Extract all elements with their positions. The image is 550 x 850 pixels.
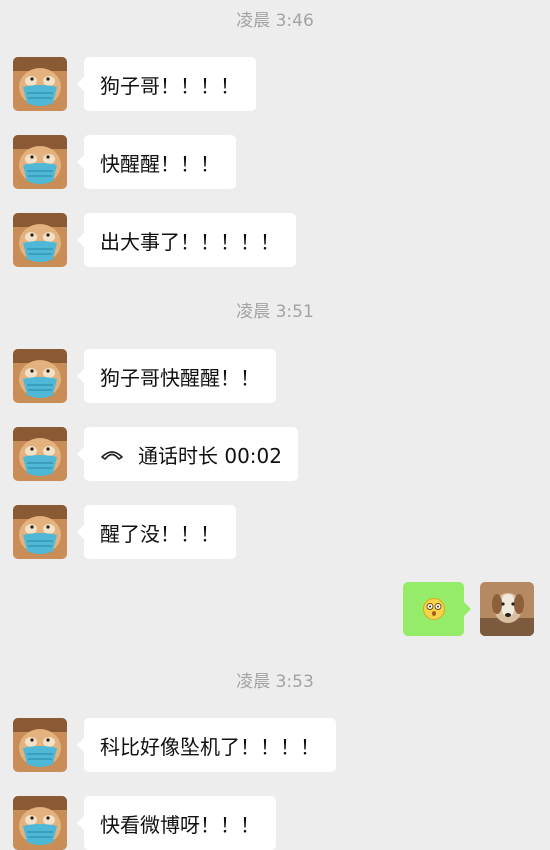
shiba-mask-avatar-icon — [13, 427, 67, 481]
my-avatar[interactable] — [480, 582, 534, 636]
timestamp: 凌晨 3:51 — [236, 302, 314, 322]
dog-photo-avatar-icon — [480, 582, 534, 636]
contact-avatar[interactable] — [13, 718, 67, 772]
contact-avatar[interactable] — [13, 135, 67, 189]
message-bubble[interactable]: 快看微博呀！！！ — [77, 796, 276, 850]
shiba-mask-avatar-icon — [13, 796, 67, 850]
contact-avatar[interactable] — [13, 57, 67, 111]
message-bubble[interactable]: 快醒醒！！！ — [77, 135, 236, 189]
call-duration-text: 通话时长 00:02 — [138, 443, 282, 468]
shiba-mask-avatar-icon — [13, 718, 67, 772]
message-bubble[interactable]: 狗子哥快醒醒！！ — [77, 349, 276, 403]
contact-avatar[interactable] — [13, 505, 67, 559]
shiba-mask-avatar-icon — [13, 57, 67, 111]
message-bubble[interactable]: 出大事了！！！！！ — [77, 213, 296, 267]
message-bubble[interactable]: 狗子哥！！！！ — [77, 57, 256, 111]
shiba-mask-avatar-icon — [13, 505, 67, 559]
contact-avatar[interactable] — [13, 349, 67, 403]
shiba-mask-avatar-icon — [13, 135, 67, 189]
message-bubble[interactable]: 醒了没！！！ — [77, 505, 236, 559]
timestamp: 凌晨 3:53 — [236, 672, 314, 692]
call-record-bubble[interactable]: 通话时长 00:02 — [77, 427, 298, 481]
shiba-mask-avatar-icon — [13, 349, 67, 403]
message-bubble[interactable]: 科比好像坠机了！！！！ — [77, 718, 336, 772]
contact-avatar[interactable] — [13, 427, 67, 481]
outgoing-emoji-bubble[interactable] — [403, 582, 471, 636]
phone-hangup-icon — [100, 447, 124, 461]
timestamp: 凌晨 3:46 — [236, 11, 314, 31]
shiba-mask-avatar-icon — [13, 213, 67, 267]
contact-avatar[interactable] — [13, 796, 67, 850]
contact-avatar[interactable] — [13, 213, 67, 267]
dizzy-face-emoji-icon — [422, 597, 446, 621]
